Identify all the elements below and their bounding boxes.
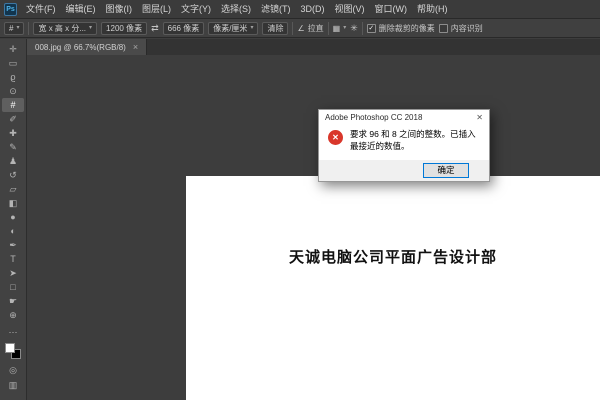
crop-tool-icon: #	[9, 24, 13, 33]
tools-panel: ✛▭ϱ⊙#✐✚✎♟↺▱◧●◐✒T➤□☛⊕ ⋯ ◎ ▥	[0, 39, 27, 400]
delete-cropped-pixels-option[interactable]: ✓ 删除裁剪的像素	[367, 23, 435, 34]
error-icon: ✕	[328, 130, 343, 145]
brush-tool[interactable]: ✎	[2, 140, 24, 154]
document-area: 008.jpg @ 66.7%(RGB/8) × 天诚电脑公司平面广告设计部 A…	[27, 39, 600, 400]
content-aware-checkbox[interactable]	[439, 24, 448, 33]
tool-list: ✛▭ϱ⊙#✐✚✎♟↺▱◧●◐✒T➤□☛⊕	[2, 42, 24, 322]
path-selection-tool[interactable]: ➤	[2, 266, 24, 280]
eyedropper-tool[interactable]: ✐	[2, 112, 24, 126]
crop-settings-gear-icon[interactable]: ✳	[350, 23, 358, 34]
canvas-pasteboard: 天诚电脑公司平面广告设计部 Adobe Photoshop CC 2018 ✕ …	[27, 55, 600, 400]
shape-tool[interactable]: □	[2, 280, 24, 294]
menu-item[interactable]: 文件(F)	[21, 0, 61, 19]
type-tool[interactable]: T	[2, 252, 24, 266]
crop-ratio-dropdown[interactable]: 宽 x 高 x 分... ▾	[33, 22, 97, 35]
dodge-tool[interactable]: ◐	[2, 224, 24, 238]
menu-item[interactable]: 编辑(E)	[61, 0, 101, 19]
gradient-tool[interactable]: ◧	[2, 196, 24, 210]
dialog-body: ✕ 要求 96 和 8 之间的整数。已插入最接近的数值。	[319, 125, 489, 160]
chevron-down-icon: ▾	[343, 25, 346, 31]
tab-close-icon[interactable]: ×	[133, 42, 138, 52]
crop-height-input[interactable]: 666 像素	[163, 22, 205, 35]
dialog-message: 要求 96 和 8 之间的整数。已插入最接近的数值。	[350, 128, 480, 153]
main-area: ✛▭ϱ⊙#✐✚✎♟↺▱◧●◐✒T➤□☛⊕ ⋯ ◎ ▥ 008.jpg @ 66.…	[0, 39, 600, 400]
clear-button[interactable]: 清除	[262, 22, 288, 35]
content-aware-label: 内容识别	[451, 23, 483, 34]
menu-item[interactable]: 视图(V)	[330, 0, 370, 19]
menu-bar-items: 文件(F)编辑(E)图像(I)图层(L)文字(Y)选择(S)滤镜(T)3D(D)…	[21, 0, 453, 19]
quick-selection-tool[interactable]: ⊙	[2, 84, 24, 98]
menu-item[interactable]: 图像(I)	[101, 0, 138, 19]
document-tab-title: 008.jpg @ 66.7%(RGB/8)	[35, 43, 126, 52]
straighten-button[interactable]: ∠ 拉直	[297, 23, 323, 34]
foreground-color-swatch[interactable]	[5, 343, 15, 353]
crop-width-value: 1200 像素	[106, 23, 142, 34]
divider	[292, 22, 293, 35]
clone-stamp-tool[interactable]: ♟	[2, 154, 24, 168]
chevron-down-icon: ▾	[16, 25, 19, 31]
error-x-glyph: ✕	[332, 133, 339, 142]
document-tab[interactable]: 008.jpg @ 66.7%(RGB/8) ×	[27, 39, 147, 55]
menu-item[interactable]: 3D(D)	[296, 0, 330, 19]
delete-cropped-pixels-checkbox[interactable]: ✓	[367, 24, 376, 33]
divider	[328, 22, 329, 35]
edit-toolbar-icon[interactable]: ⋯	[2, 325, 24, 339]
zoom-tool[interactable]: ⊕	[2, 308, 24, 322]
divider	[28, 22, 29, 35]
photoshop-logo-icon: Ps	[4, 3, 17, 16]
options-bar: # ▾ 宽 x 高 x 分... ▾ 1200 像素 ⇄ 666 像素 像素/厘…	[0, 19, 600, 38]
tool-preset-picker[interactable]: # ▾	[4, 22, 24, 35]
menu-item[interactable]: 滤镜(T)	[256, 0, 296, 19]
menu-bar: Ps 文件(F)编辑(E)图像(I)图层(L)文字(Y)选择(S)滤镜(T)3D…	[0, 0, 600, 19]
ok-button[interactable]: 确定	[423, 163, 469, 178]
resolution-unit-value: 像素/厘米	[213, 23, 247, 34]
overlay-grid-icon: ▦	[333, 24, 341, 33]
dialog-title-bar[interactable]: Adobe Photoshop CC 2018 ✕	[319, 110, 489, 125]
lasso-tool[interactable]: ϱ	[2, 70, 24, 84]
history-brush-tool[interactable]: ↺	[2, 168, 24, 182]
color-swatches[interactable]	[5, 343, 21, 359]
dialog-footer: 确定	[319, 160, 489, 181]
error-dialog: Adobe Photoshop CC 2018 ✕ ✕ 要求 96 和 8 之间…	[318, 109, 490, 182]
divider	[362, 22, 363, 35]
move-tool[interactable]: ✛	[2, 42, 24, 56]
crop-width-input[interactable]: 1200 像素	[101, 22, 147, 35]
screen-mode-icon[interactable]: ▥	[2, 378, 24, 392]
chevron-down-icon: ▾	[250, 25, 253, 31]
pen-tool[interactable]: ✒	[2, 238, 24, 252]
healing-brush-tool[interactable]: ✚	[2, 126, 24, 140]
dialog-close-icon[interactable]: ✕	[476, 113, 483, 122]
blur-tool[interactable]: ●	[2, 210, 24, 224]
hand-tool[interactable]: ☛	[2, 294, 24, 308]
tools-panel-extras: ⋯ ◎ ▥	[2, 325, 24, 392]
crop-height-value: 666 像素	[168, 23, 200, 34]
straighten-icon: ∠	[297, 24, 304, 33]
swap-dimensions-icon[interactable]: ⇄	[151, 23, 159, 34]
document-canvas[interactable]: 天诚电脑公司平面广告设计部	[186, 176, 600, 400]
straighten-label: 拉直	[308, 23, 324, 34]
menu-item[interactable]: 帮助(H)	[412, 0, 453, 19]
eraser-tool[interactable]: ▱	[2, 182, 24, 196]
marquee-tool[interactable]: ▭	[2, 56, 24, 70]
crop-tool[interactable]: #	[2, 98, 24, 112]
menu-item[interactable]: 文字(Y)	[176, 0, 216, 19]
dialog-title: Adobe Photoshop CC 2018	[325, 113, 422, 122]
delete-cropped-pixels-label: 删除裁剪的像素	[379, 23, 435, 34]
resolution-unit-dropdown[interactable]: 像素/厘米 ▾	[208, 22, 258, 35]
menu-item[interactable]: 选择(S)	[216, 0, 256, 19]
document-tab-bar: 008.jpg @ 66.7%(RGB/8) ×	[27, 39, 600, 55]
crop-ratio-value: 宽 x 高 x 分...	[38, 23, 86, 34]
document-headline: 天诚电脑公司平面广告设计部	[186, 246, 600, 267]
clear-button-label: 清除	[267, 23, 283, 34]
menu-item[interactable]: 窗口(W)	[370, 0, 413, 19]
overlay-options-dropdown[interactable]: ▦ ▾	[333, 24, 347, 33]
quick-mask-icon[interactable]: ◎	[2, 363, 24, 377]
chevron-down-icon: ▾	[89, 25, 92, 31]
content-aware-option[interactable]: 内容识别	[439, 23, 483, 34]
menu-item[interactable]: 图层(L)	[137, 0, 176, 19]
